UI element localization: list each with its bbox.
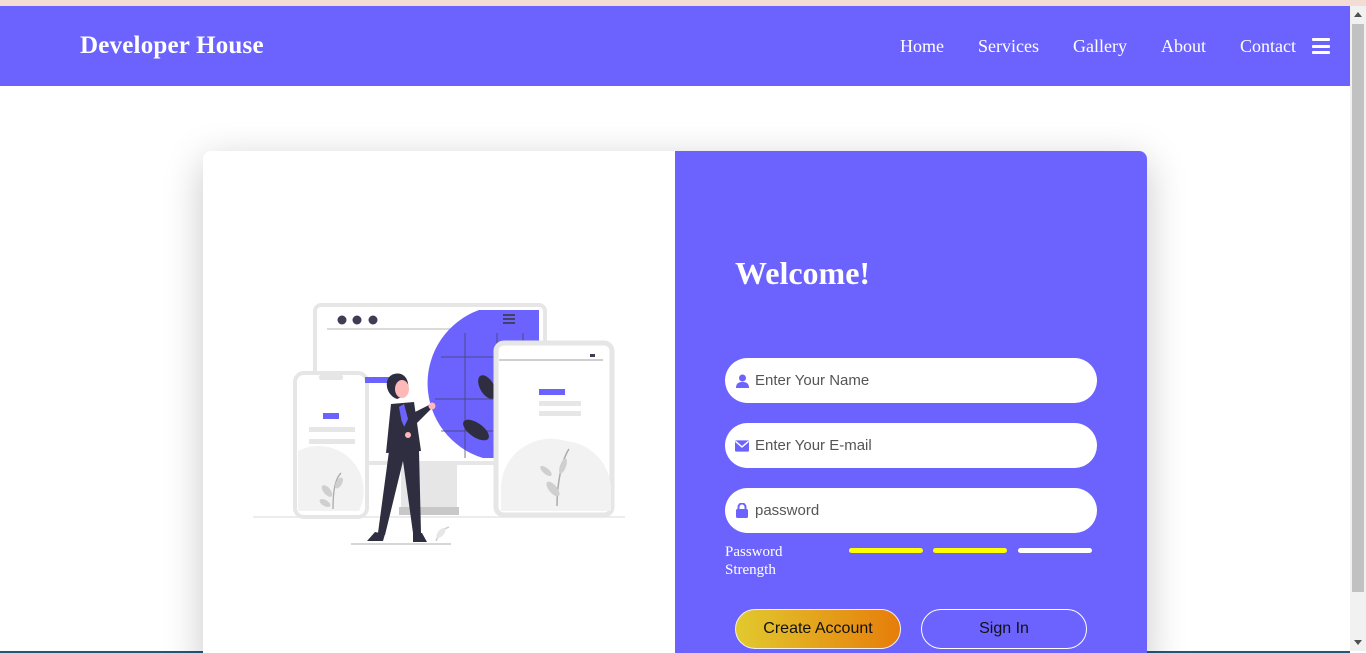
user-icon — [735, 374, 749, 388]
email-field[interactable] — [725, 423, 1097, 468]
sign-in-button[interactable]: Sign In — [921, 609, 1087, 649]
strength-bar-2 — [933, 548, 1007, 553]
scroll-down-arrow-icon[interactable] — [1354, 640, 1362, 645]
scroll-up-arrow-icon[interactable] — [1354, 12, 1362, 17]
password-field[interactable] — [725, 488, 1097, 533]
name-field[interactable] — [725, 358, 1097, 403]
signup-form-panel: Welcome! Password Strength Create Accoun… — [675, 151, 1147, 653]
nav-link-home[interactable]: Home — [900, 36, 944, 57]
strength-bar-3 — [1018, 548, 1092, 553]
nav-link-about[interactable]: About — [1161, 36, 1206, 57]
password-input[interactable] — [755, 502, 1075, 519]
strength-bar-1 — [849, 548, 923, 553]
lock-icon — [735, 503, 749, 518]
password-strength-label: Password Strength — [725, 544, 783, 578]
email-input[interactable] — [755, 437, 1075, 454]
name-input[interactable] — [755, 372, 1075, 389]
scrollbar[interactable] — [1350, 6, 1366, 651]
brand-logo[interactable]: Developer House — [80, 32, 264, 60]
envelope-icon — [735, 439, 749, 453]
navbar: Developer House Home Services Gallery Ab… — [0, 6, 1350, 86]
welcome-heading: Welcome! — [735, 255, 871, 291]
nav-links: Home Services Gallery About Contact — [866, 6, 1350, 86]
hamburger-icon[interactable] — [1312, 38, 1330, 54]
scroll-thumb[interactable] — [1352, 24, 1364, 592]
nav-link-contact[interactable]: Contact — [1240, 36, 1296, 57]
create-account-button[interactable]: Create Account — [735, 609, 901, 649]
illustration-panel — [203, 151, 675, 653]
web-devices-illustration — [253, 303, 625, 545]
signup-card: Welcome! Password Strength Create Accoun… — [203, 151, 1147, 653]
nav-link-gallery[interactable]: Gallery — [1073, 36, 1127, 57]
nav-link-services[interactable]: Services — [978, 36, 1039, 57]
